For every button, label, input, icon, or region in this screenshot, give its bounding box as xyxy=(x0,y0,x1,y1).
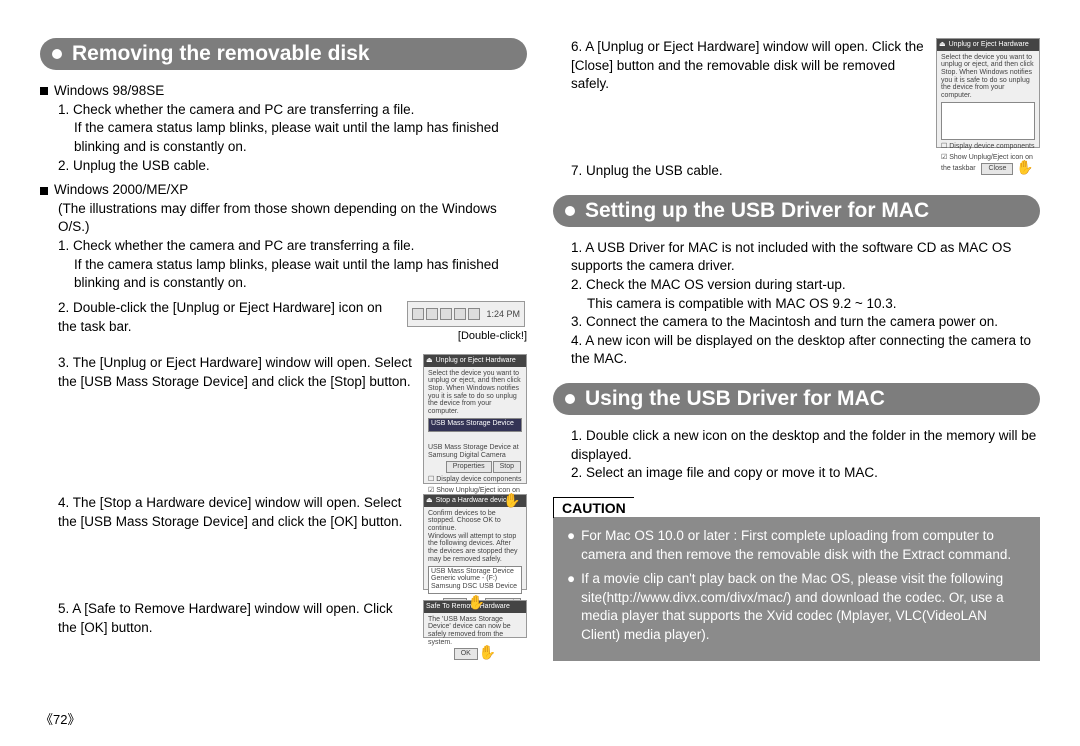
caution-box: ●For Mac OS 10.0 or later : First comple… xyxy=(553,517,1040,661)
dlg3-sub: USB Mass Storage Device at Samsung Digit… xyxy=(428,444,522,459)
bullet-icon xyxy=(52,49,62,59)
cursor-icon: ✋ xyxy=(479,644,496,660)
win98-step2: 2. Unplug the USB cable. xyxy=(40,157,527,176)
win2000-step1: 1. Check whether the camera and PC are t… xyxy=(40,237,527,256)
dlg3-title: Unplug or Eject Hardware xyxy=(436,357,516,365)
dlg4-i2: Generic volume - (F:) xyxy=(431,575,519,583)
win98-label: Windows 98/98SE xyxy=(54,83,164,98)
win2000-label: Windows 2000/ME/XP xyxy=(54,182,188,197)
section-removing-title: Removing the removable disk xyxy=(72,42,370,66)
dlg6-desc: Select the device you want to unplug or … xyxy=(941,54,1035,100)
dlg3-item: USB Mass Storage Device xyxy=(428,418,522,432)
caution-label: CAUTION xyxy=(553,497,634,518)
setup-mac-s2: 2. Check the MAC OS version during start… xyxy=(553,276,1040,295)
win2000-note: (The illustrations may differ from those… xyxy=(40,200,527,237)
plug-icon: ⏏ xyxy=(426,497,433,505)
bullet-icon: ● xyxy=(567,527,575,564)
section-using-mac-title: Using the USB Driver for MAC xyxy=(585,387,885,411)
plug-icon: ⏏ xyxy=(426,357,433,365)
win2000-step2: 2. Double-click the [Unplug or Eject Har… xyxy=(40,299,399,336)
taskbar-caption: [Double-click!] xyxy=(407,329,527,344)
page-number: 《72》 xyxy=(40,709,80,728)
setup-mac-s1: 1. A USB Driver for MAC is not included … xyxy=(553,239,1040,276)
dlg3-stop-button: Stop xyxy=(493,461,521,473)
dlg3-desc: Select the device you want to unplug or … xyxy=(428,370,522,416)
dlg5-ok-button: OK xyxy=(454,648,478,660)
win2000-step4: 4. The [Stop a Hardware device] window w… xyxy=(40,494,415,531)
setup-mac-s3: 3. Connect the camera to the Macintosh a… xyxy=(553,313,1040,332)
using-mac-s2: 2. Select an image file and copy or move… xyxy=(553,464,1040,483)
bullet-icon: ● xyxy=(567,570,575,645)
win98-step1-sub: If the camera status lamp blinks, please… xyxy=(40,119,527,156)
square-bullet-icon xyxy=(40,187,48,195)
figure-unplug-dialog-2: ⏏Unplug or Eject Hardware Select the dev… xyxy=(936,38,1040,148)
square-bullet-icon xyxy=(40,87,48,95)
bullet-icon xyxy=(565,206,575,216)
using-mac-body: 1. Double click a new icon on the deskto… xyxy=(553,427,1040,483)
section-removing-header: Removing the removable disk xyxy=(40,38,527,70)
right-top-body: 6. A [Unplug or Eject Hardware] window w… xyxy=(553,38,1040,181)
section-setup-mac-title: Setting up the USB Driver for MAC xyxy=(585,199,929,223)
figure-stop-dialog: ⏏Stop a Hardware device Confirm devices … xyxy=(423,494,527,590)
using-mac-s1: 1. Double click a new icon on the deskto… xyxy=(553,427,1040,464)
plug-icon: ⏏ xyxy=(939,41,946,49)
dlg4-desc2: Windows will attempt to stop the followi… xyxy=(428,533,522,564)
win2000-step3: 3. The [Unplug or Eject Hardware] window… xyxy=(40,354,415,391)
dlg4-desc: Confirm devices to be stopped. Choose OK… xyxy=(428,510,522,533)
dlg5-desc: The 'USB Mass Storage Device' device can… xyxy=(428,616,522,647)
bullet-icon xyxy=(565,394,575,404)
dlg3-chk1: Display device components xyxy=(436,476,521,483)
dlg6-close-button: Close xyxy=(981,163,1013,175)
win98-step1: 1. Check whether the camera and PC are t… xyxy=(40,101,527,120)
taskbar-time: 1:24 PM xyxy=(486,308,520,320)
dlg4-i1: USB Mass Storage Device xyxy=(431,568,519,576)
dlg6-chk1: Display device components xyxy=(949,143,1034,150)
setup-mac-s2b: This camera is compatible with MAC OS 9.… xyxy=(553,295,1040,314)
caution-b1: For Mac OS 10.0 or later : First complet… xyxy=(581,527,1026,564)
caution-b2: If a movie clip can't play back on the M… xyxy=(581,570,1026,645)
win2000-step6: 6. A [Unplug or Eject Hardware] window w… xyxy=(553,38,928,94)
win2000-step5: 5. A [Safe to Remove Hardware] window wi… xyxy=(40,600,415,637)
section-setup-mac-header: Setting up the USB Driver for MAC xyxy=(553,195,1040,227)
setup-mac-s4: 4. A new icon will be displayed on the d… xyxy=(553,332,1040,369)
figure-taskbar: 1:24 PM xyxy=(407,301,525,327)
dlg6-title: Unplug or Eject Hardware xyxy=(949,41,1029,49)
section-using-mac-header: Using the USB Driver for MAC xyxy=(553,383,1040,415)
figure-unplug-dialog: ⏏Unplug or Eject Hardware Select the dev… xyxy=(423,354,527,484)
cursor-icon: ✋ xyxy=(503,492,520,508)
removing-body: Windows 98/98SE 1. Check whether the cam… xyxy=(40,82,527,638)
cursor-icon: ✋ xyxy=(1016,159,1033,175)
dlg3-properties-button: Properties xyxy=(446,461,492,473)
cursor-icon: ✋ xyxy=(468,594,485,610)
win2000-step1-sub: If the camera status lamp blinks, please… xyxy=(40,256,527,293)
dlg4-title: Stop a Hardware device xyxy=(436,497,511,505)
setup-mac-body: 1. A USB Driver for MAC is not included … xyxy=(553,239,1040,369)
dlg4-i3: Samsung DSC USB Device xyxy=(431,583,519,591)
